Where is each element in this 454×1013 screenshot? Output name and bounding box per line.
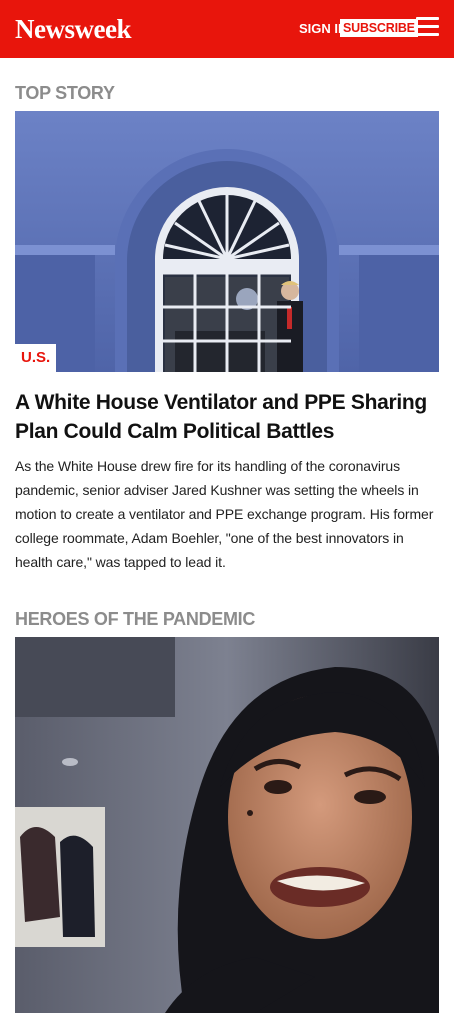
top-story-section-title: TOP STORY — [15, 83, 115, 103]
top-story-image[interactable] — [15, 111, 439, 372]
portrait-photo-illustration — [15, 637, 439, 1013]
top-story-summary: As the White House drew fire for its han… — [15, 458, 434, 570]
white-house-window-illustration — [15, 111, 439, 372]
hamburger-menu-icon[interactable] — [416, 17, 439, 37]
menu-bar — [416, 17, 439, 20]
category-tag[interactable]: U.S. — [15, 344, 57, 372]
newsweek-logo[interactable]: Newsweek — [15, 12, 131, 46]
menu-bar — [416, 33, 439, 36]
menu-bar — [416, 25, 439, 28]
heroes-section-title: HEROES OF THE PANDEMIC — [15, 609, 256, 629]
site-header: Newsweek SIGN IN SUBSCRIBE — [0, 0, 454, 58]
heroes-story-image[interactable] — [15, 637, 439, 1013]
top-story-headline[interactable]: A White House Ventilator and PPE Sharing… — [15, 388, 439, 446]
subscribe-button[interactable]: SUBSCRIBE — [340, 19, 418, 37]
